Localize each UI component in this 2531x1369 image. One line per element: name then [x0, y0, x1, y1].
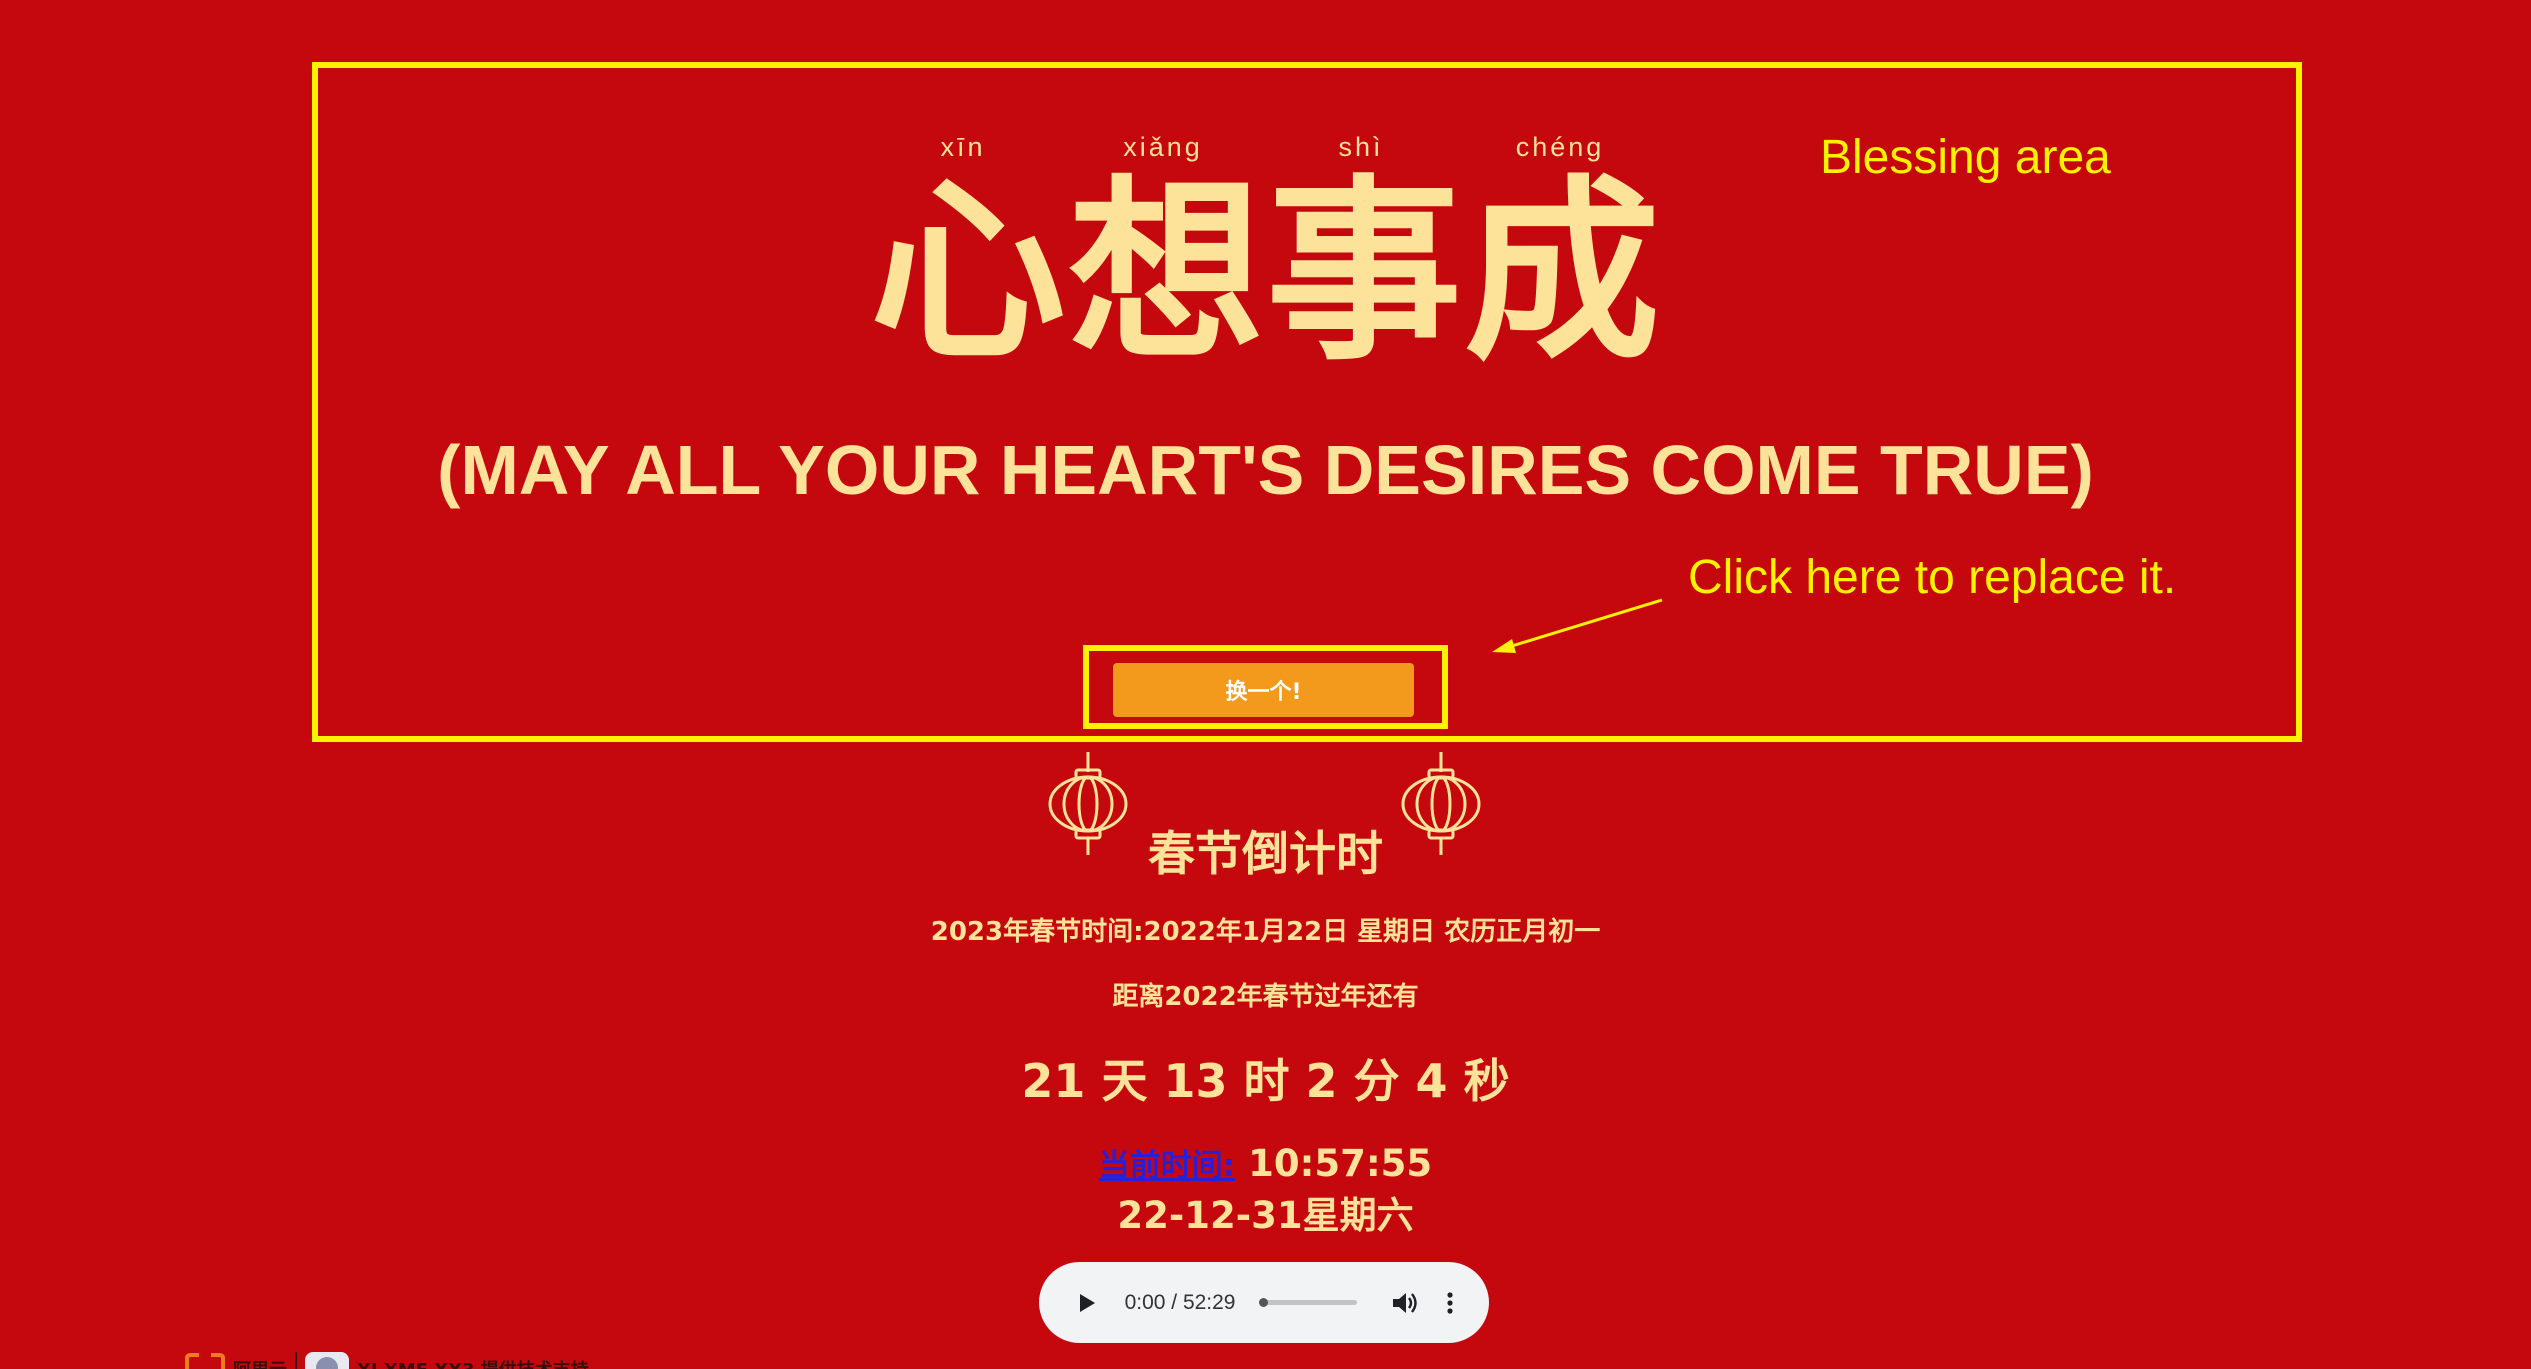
annotation-arrow-icon	[1492, 598, 1663, 653]
countdown-remaining: 21 天 13 时 2 分 4 秒	[1021, 1054, 1510, 1108]
current-time-link[interactable]: 当前时间:	[1099, 1148, 1235, 1184]
current-time-value: 10:57:55	[1248, 1142, 1433, 1185]
audio-player[interactable]: 0:00 / 52:29	[1039, 1262, 1489, 1343]
footer-divider	[295, 1352, 297, 1369]
countdown-title: 春节倒计时	[1148, 827, 1383, 882]
aliyun-logo-icon	[185, 1353, 225, 1369]
footer-logos: 阿里云 XI XMF XX3 提供技术支持	[185, 1352, 589, 1369]
play-icon[interactable]	[1073, 1288, 1101, 1318]
blessing-translation: (MAY ALL YOUR HEART'S DESIRES COME TRUE)	[437, 431, 2094, 509]
audio-time: 0:00 / 52:29	[1124, 1290, 1236, 1314]
audio-seek-bar[interactable]	[1258, 1298, 1358, 1307]
more-vert-icon[interactable]	[1441, 1288, 1459, 1318]
distance-text: 距离2022年春节过年还有	[1112, 982, 1419, 1012]
footer-logo-text-1: 阿里云	[233, 1356, 287, 1369]
footer-logo-text-2: XI XMF XX3 提供技术支持	[357, 1356, 589, 1369]
volume-icon[interactable]	[1391, 1288, 1419, 1318]
avatar	[305, 1352, 349, 1369]
swap-blessing-button[interactable]: 换一个!	[1113, 663, 1414, 717]
click-annotation-label: Click here to replace it.	[1688, 551, 2177, 604]
blessing-characters: 心想事成	[870, 159, 1663, 387]
festival-date-text: 2023年春节时间:2022年1月22日 星期日 农历正月初一	[930, 917, 1601, 947]
current-time-line: 当前时间: 10:57:55	[0, 1140, 2531, 1185]
seek-thumb[interactable]	[1258, 1298, 1268, 1307]
blessing-area-label: Blessing area	[1820, 131, 2111, 184]
current-date: 22-12-31星期六	[1117, 1194, 1414, 1237]
